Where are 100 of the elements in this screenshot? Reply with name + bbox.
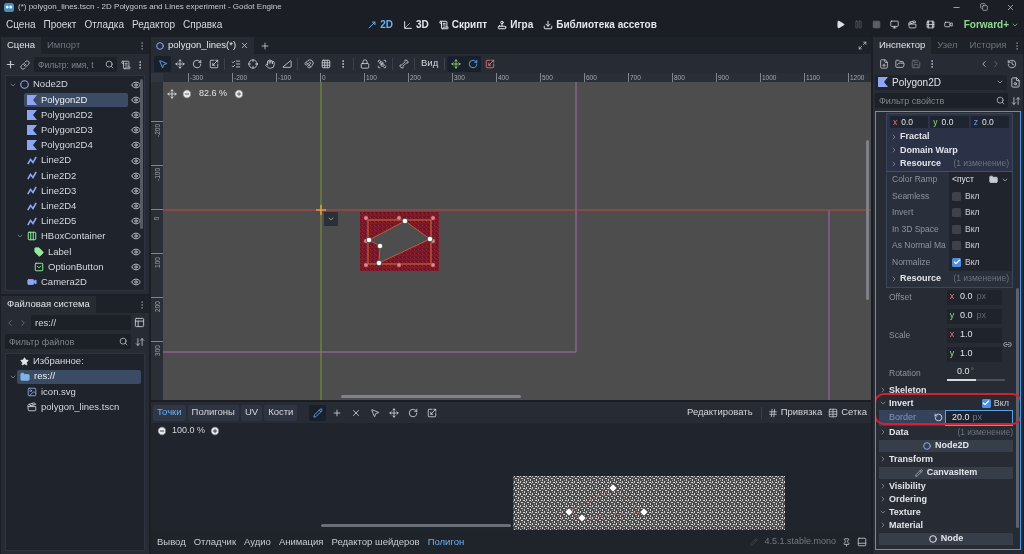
section-header[interactable]: Data [879, 426, 909, 438]
zoom-in-icon[interactable] [234, 88, 245, 99]
number-field[interactable]: x 0.0 [890, 116, 929, 128]
eye-icon[interactable] [131, 125, 141, 136]
snap-button[interactable]: Привязка [767, 405, 823, 420]
section-header[interactable]: Skeleton [879, 384, 927, 396]
menu-item[interactable]: Отладка [80, 17, 128, 32]
checkbox[interactable] [952, 257, 961, 267]
close-icon[interactable] [240, 41, 250, 50]
pin-icon[interactable] [842, 537, 851, 547]
eye-icon[interactable] [131, 185, 141, 196]
dropdown-toggle-button[interactable] [324, 212, 338, 226]
scrollbar-thumb[interactable] [866, 140, 869, 300]
tree-item[interactable]: Label [31, 244, 128, 259]
sort-icon[interactable] [135, 336, 145, 347]
tree-item[interactable]: Polygon2D3 [24, 123, 128, 138]
bottom-tab[interactable]: Вывод [153, 534, 190, 550]
tree-item[interactable]: Camera2D [24, 275, 128, 290]
resize-handle-icon[interactable] [396, 215, 402, 221]
menu-button[interactable]: Вид [417, 55, 443, 72]
tool-button[interactable] [154, 55, 171, 72]
zoom-level[interactable]: 82.6 % [197, 87, 230, 101]
bottom-tab[interactable]: Полигон [423, 534, 469, 550]
tree-item[interactable]: Line2D2 [24, 168, 128, 183]
monitor-icon[interactable] [890, 20, 900, 29]
workspace-tab[interactable]: Скрипт [438, 17, 488, 32]
mode-tab[interactable]: UV [240, 404, 263, 421]
checkbox[interactable] [981, 398, 991, 408]
menu-item[interactable]: Проект [39, 17, 81, 32]
resize-handle-icon[interactable] [363, 262, 369, 268]
eye-icon[interactable] [131, 277, 141, 288]
film-icon[interactable] [926, 20, 936, 29]
menu-item[interactable]: Справка [179, 17, 227, 32]
tree-item[interactable]: Polygon2D [24, 92, 128, 107]
zoom-out-icon[interactable] [182, 88, 192, 99]
tree-item[interactable]: Polygon2D4 [24, 138, 128, 153]
workspace-tab[interactable]: Библиотека ассетов [543, 17, 657, 32]
resize-handle-icon[interactable] [363, 215, 369, 221]
section-header[interactable]: Resource [890, 158, 942, 170]
document-search-icon[interactable] [1010, 76, 1021, 88]
scrollbar-thumb[interactable] [140, 79, 143, 229]
section-header[interactable]: Ordering [879, 493, 927, 505]
eye-icon[interactable] [131, 79, 141, 90]
move-arrows-icon[interactable] [167, 88, 177, 99]
checkbox[interactable] [952, 241, 961, 251]
tree-item[interactable]: Line2D3 [24, 183, 128, 198]
section-header[interactable]: Texture [879, 506, 921, 518]
viewport-canvas[interactable]: 82.6 % [163, 82, 871, 400]
vertex-handle-icon[interactable] [426, 235, 434, 243]
chain-link-icon[interactable] [1003, 340, 1012, 349]
tool-button[interactable] [447, 55, 465, 72]
tree-item[interactable]: Node2D [17, 77, 128, 92]
menu-item[interactable]: Сцена [2, 17, 40, 32]
back-icon[interactable] [979, 58, 989, 69]
section-header[interactable]: Resource [890, 273, 942, 284]
version-label[interactable]: 4.5.1.stable.mono [764, 535, 836, 549]
tree-item[interactable]: OptionButton [31, 259, 128, 274]
link-icon[interactable] [20, 59, 30, 70]
zoom-level[interactable]: 100.0 % [172, 424, 206, 438]
restore-icon[interactable] [979, 3, 988, 11]
close-icon[interactable] [1006, 2, 1015, 12]
number-field[interactable]: 0.0° [947, 366, 1005, 377]
vertex-handle-icon[interactable] [608, 483, 618, 493]
menu-item[interactable]: Редактор [127, 17, 179, 32]
resize-handle-icon[interactable] [430, 262, 436, 268]
mode-tab[interactable]: Точки [153, 404, 186, 421]
vertex-handle-icon[interactable] [401, 217, 409, 225]
checkbox[interactable] [952, 191, 961, 201]
bottom-tab[interactable]: Анимация [274, 534, 328, 550]
section-header[interactable]: Material [879, 519, 923, 531]
scrollbar-thumb[interactable] [341, 395, 521, 398]
section-header[interactable]: Transform [879, 453, 933, 465]
tree-item[interactable]: Line2D [24, 153, 128, 168]
path-field[interactable]: res:// [31, 315, 131, 330]
eye-icon[interactable] [131, 246, 141, 257]
filter-field[interactable]: Фильтр файлов [5, 334, 131, 349]
eye-icon[interactable] [131, 216, 141, 227]
checkbox[interactable] [952, 224, 961, 234]
tab[interactable]: История [963, 37, 1013, 54]
number-field[interactable]: y 0.0 [930, 116, 969, 128]
plus-icon[interactable] [260, 40, 271, 51]
eye-icon[interactable] [131, 94, 141, 105]
sort-icon[interactable] [1011, 95, 1021, 106]
fullscreen-icon[interactable] [858, 41, 867, 50]
scrollbar-thumb[interactable] [1016, 288, 1019, 528]
edit-button[interactable]: Редактировать [685, 405, 755, 420]
eye-icon[interactable] [131, 231, 141, 242]
section-header[interactable]: Fractal [890, 131, 930, 143]
tab[interactable]: Узел [931, 37, 964, 54]
panel-icon[interactable] [857, 537, 867, 547]
script-icon[interactable] [121, 59, 131, 70]
checkbox[interactable] [952, 208, 961, 218]
tab[interactable]: Сцена [1, 37, 41, 54]
layout-icon[interactable] [134, 317, 145, 328]
new-file-icon[interactable] [879, 58, 889, 69]
tree-item[interactable]: Polygon2D2 [24, 107, 128, 122]
tree-item[interactable]: icon.svg [24, 384, 141, 399]
scene-tab[interactable]: polygon_lines(*) [151, 37, 255, 54]
tree-item[interactable]: Line2D4 [24, 199, 128, 214]
folder-open-icon[interactable] [895, 58, 905, 69]
